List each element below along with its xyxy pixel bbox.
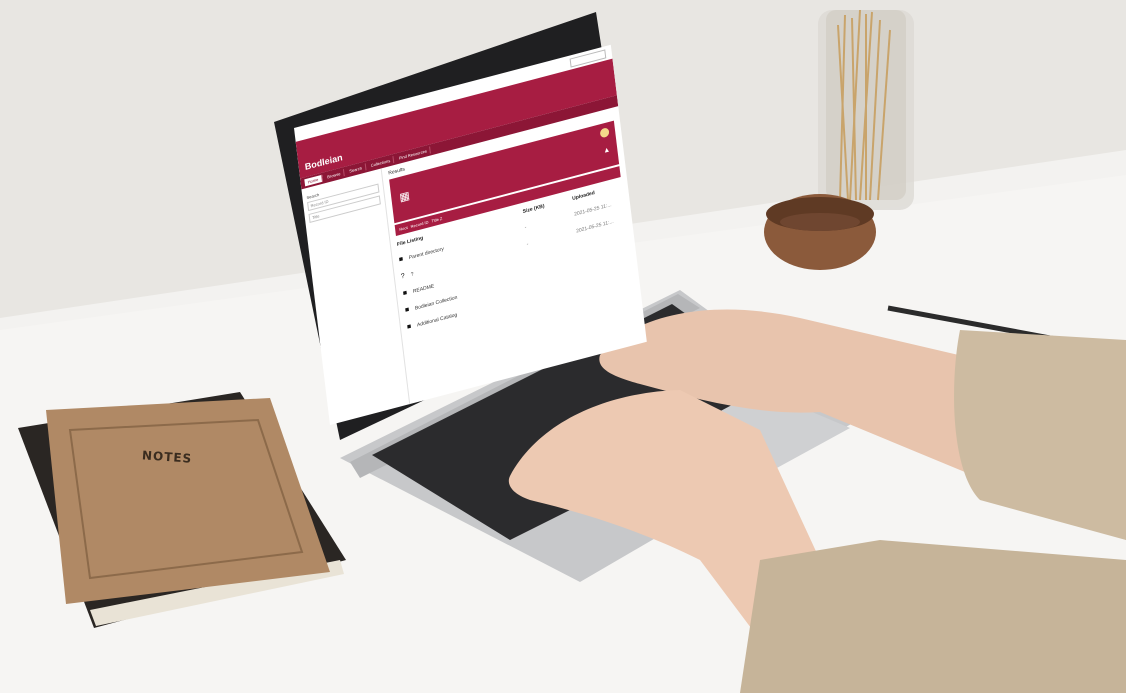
glass-vase [818, 9, 914, 210]
sub-item-title[interactable]: Title Z [431, 216, 442, 224]
row-size [533, 282, 583, 295]
row-date [582, 269, 632, 282]
sub-item-record-id[interactable]: Record ID [410, 219, 428, 229]
hierarchy-icon: ▦ [398, 189, 411, 205]
sub-item-root[interactable]: Root [399, 225, 408, 232]
warning-icon: ▲ [602, 146, 611, 155]
wooden-bowl [764, 194, 876, 270]
left-sleeve [740, 540, 1126, 693]
help-icon[interactable] [599, 127, 610, 139]
